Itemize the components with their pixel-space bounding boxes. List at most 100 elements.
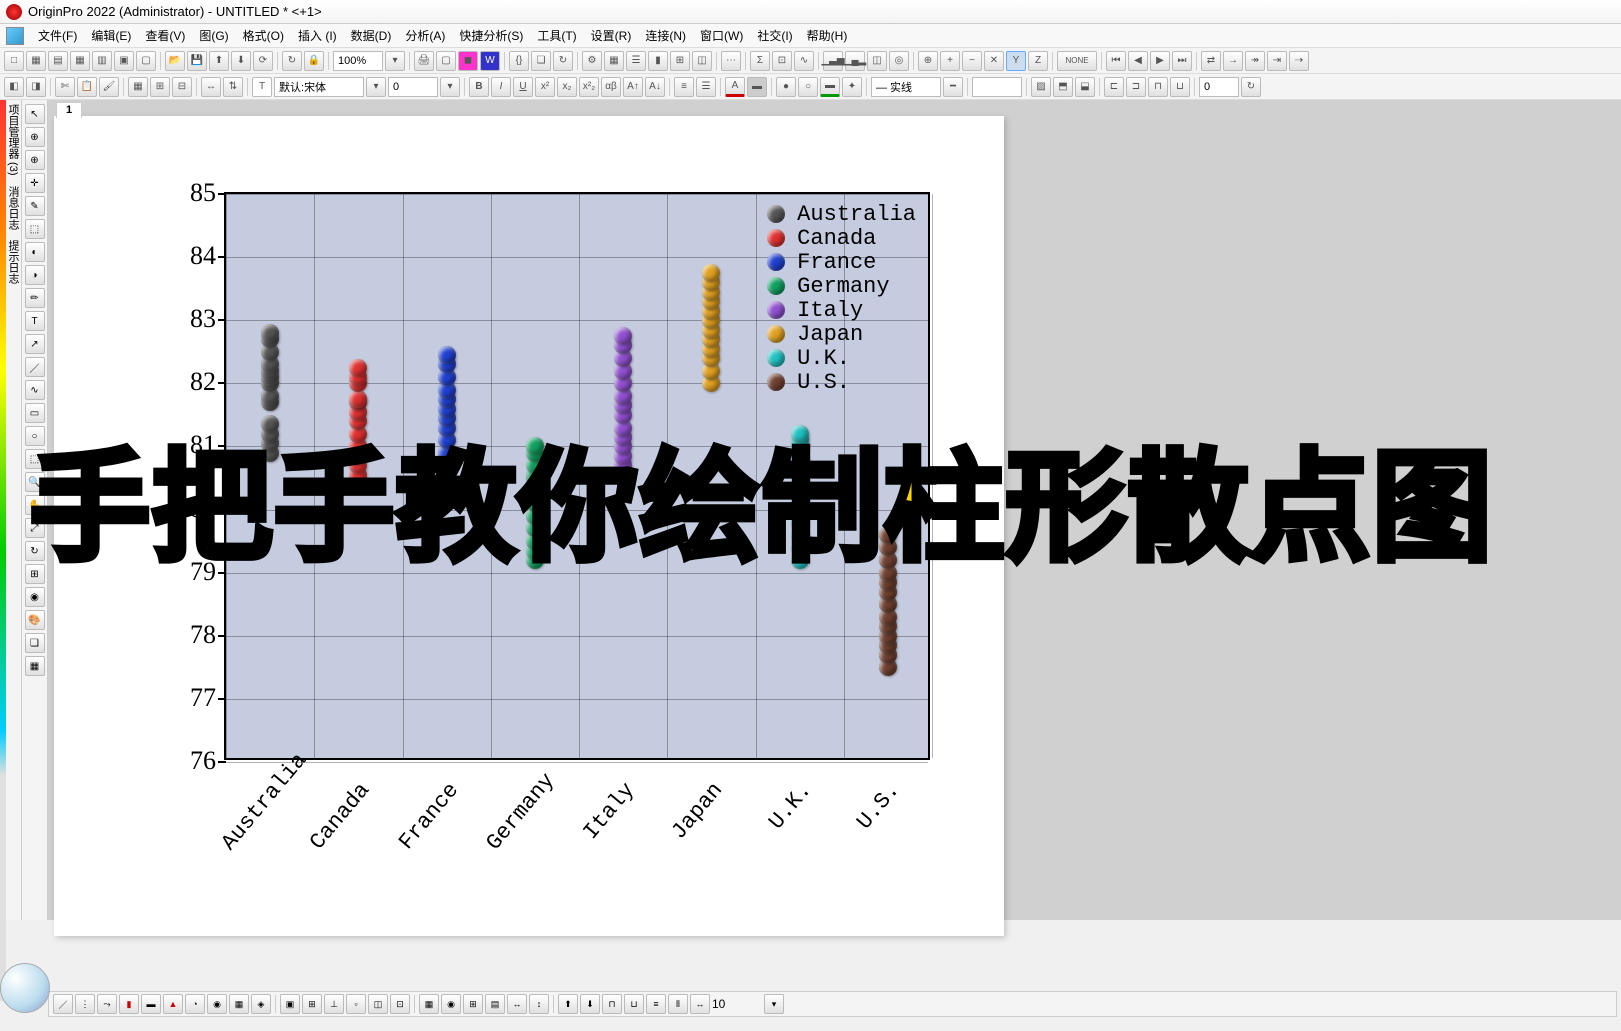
menu-edit[interactable]: 编辑(E) (85, 25, 137, 46)
brush-button[interactable]: 🖌 (99, 77, 119, 97)
inset-button[interactable]: ▫ (346, 994, 366, 1014)
data-point[interactable] (261, 324, 279, 342)
rescale-button[interactable]: ↔ (201, 77, 221, 97)
layer-button[interactable]: ▦ (604, 51, 624, 71)
subscript-button[interactable]: x₂ (557, 77, 577, 97)
legend[interactable]: AustraliaCanadaFranceGermanyItalyJapanU.… (767, 202, 916, 394)
template-button[interactable]: ▣ (280, 994, 300, 1014)
new-project-button[interactable]: □ (4, 51, 24, 71)
legend-button[interactable]: ☰ (626, 51, 646, 71)
menu-graph[interactable]: 图(G) (193, 25, 234, 46)
bars-button[interactable]: ▁▃▅ (823, 51, 843, 71)
menu-preferences[interactable]: 设置(R) (585, 25, 638, 46)
align-v-button[interactable]: ⦀ (668, 994, 688, 1014)
scatter-plot-button[interactable]: ⋮ (75, 994, 95, 1014)
box-button[interactable]: ◫ (867, 51, 887, 71)
new-graph-button[interactable]: ▥ (92, 51, 112, 71)
bold-button[interactable]: B (469, 77, 489, 97)
menu-data[interactable]: 数据(D) (345, 25, 398, 46)
pan-tool[interactable]: ✋ (25, 495, 45, 515)
layer-mgmt-button[interactable]: ▦ (128, 77, 148, 97)
nav-last-button[interactable]: ⏭ (1172, 51, 1192, 71)
print-preview-button[interactable]: ▢ (436, 51, 456, 71)
zoom-dropdown-icon[interactable]: ▾ (385, 51, 405, 71)
region-tool[interactable]: ⬚ (25, 219, 45, 239)
graph-page[interactable]: AustraliaCanadaFranceGermanyItalyJapanU.… (54, 116, 1004, 936)
table-button[interactable]: ⊞ (670, 51, 690, 71)
fit-button[interactable]: ∿ (794, 51, 814, 71)
increase-font-button[interactable]: A↑ (623, 77, 643, 97)
axis-button[interactable]: ⊥ (324, 994, 344, 1014)
extract-layer-button[interactable]: ⊡ (390, 994, 410, 1014)
region-b-tool[interactable]: ⬚ (25, 449, 45, 469)
mask-show-button[interactable]: ▦ (419, 994, 439, 1014)
chart-button[interactable]: ◫ (692, 51, 712, 71)
refresh-button[interactable]: ↻ (553, 51, 573, 71)
marker-hollow-button[interactable]: ○ (798, 77, 818, 97)
reader-tool[interactable]: ⊕ (25, 150, 45, 170)
duplicate-button[interactable]: ❏ (531, 51, 551, 71)
size-dropdown-icon[interactable]: ▾ (440, 77, 460, 97)
send-back-button[interactable]: ⬓ (1075, 77, 1095, 97)
none-button[interactable]: NONE (1057, 51, 1097, 71)
decrease-font-button[interactable]: A↓ (645, 77, 665, 97)
menu-view[interactable]: 查看(V) (139, 25, 191, 46)
mask-b-tool[interactable]: ◑ (25, 265, 45, 285)
menu-analysis[interactable]: 分析(A) (399, 25, 451, 46)
line-style-select[interactable]: — 实线 (871, 77, 941, 97)
contour-button[interactable]: ◎ (889, 51, 909, 71)
data-point[interactable] (614, 327, 632, 345)
import-button[interactable]: ⬆ (209, 51, 229, 71)
dropdown-select[interactable] (972, 77, 1022, 97)
rotate-button[interactable]: ↻ (1241, 77, 1261, 97)
link-button[interactable]: ◫ (368, 994, 388, 1014)
rotate-tool[interactable]: ↻ (25, 541, 45, 561)
nav-first-button[interactable]: ⏮ (1106, 51, 1126, 71)
nav-prev-button[interactable]: ◀ (1128, 51, 1148, 71)
readout-button[interactable]: ⊕ (918, 51, 938, 71)
back-button[interactable]: ⬇ (580, 994, 600, 1014)
new-matrix-button[interactable]: ▦ (70, 51, 90, 71)
highlight-button[interactable]: ✦ (842, 77, 862, 97)
crosshair-tool[interactable]: ✛ (25, 173, 45, 193)
menu-help[interactable]: 帮助(H) (801, 25, 854, 46)
insert-tool[interactable]: ⊞ (25, 564, 45, 584)
font-dropdown-icon[interactable]: ▾ (366, 77, 386, 97)
data-point[interactable] (261, 415, 279, 433)
scale-out-button[interactable]: ↕ (529, 994, 549, 1014)
x-button[interactable]: ✕ (984, 51, 1004, 71)
word-button[interactable]: W (480, 51, 500, 71)
arrow4-button[interactable]: ⇥ (1267, 51, 1287, 71)
linewidth-button[interactable]: ━ (943, 77, 963, 97)
arrow2-button[interactable]: → (1223, 51, 1243, 71)
annotate-tool[interactable]: ✎ (25, 196, 45, 216)
line-plot-button[interactable]: ／ (53, 994, 73, 1014)
exchange-button[interactable]: ⇅ (223, 77, 243, 97)
new-workbook-button[interactable]: ▤ (48, 51, 68, 71)
code-button[interactable]: {} (509, 51, 529, 71)
arrow1-button[interactable]: ⇄ (1201, 51, 1221, 71)
front-button[interactable]: ⬆ (558, 994, 578, 1014)
arrow-tool[interactable]: ↗ (25, 334, 45, 354)
zoompan-tool[interactable]: ⊕ (25, 127, 45, 147)
apps-button[interactable]: ⚙ (582, 51, 602, 71)
open-button[interactable]: 📂 (165, 51, 185, 71)
nav-next-button[interactable]: ▶ (1150, 51, 1170, 71)
vertical-align-button[interactable]: ☰ (696, 77, 716, 97)
y-button[interactable]: Y (1006, 51, 1026, 71)
lock-button[interactable]: 🔒 (304, 51, 324, 71)
space-button[interactable]: ↔ (690, 994, 710, 1014)
zoom-tool[interactable]: 🔍 (25, 472, 45, 492)
paste-format-button[interactable]: 📋 (77, 77, 97, 97)
menu-tools[interactable]: 工具(T) (531, 25, 582, 46)
mask-a-tool[interactable]: ◐ (25, 242, 45, 262)
merge-button[interactable]: ⊞ (150, 77, 170, 97)
surface-plot-button[interactable]: ▦ (229, 994, 249, 1014)
layer-tab[interactable]: 1 (56, 102, 82, 118)
grid-tool[interactable]: ▦ (25, 656, 45, 676)
text-tool[interactable]: T (25, 311, 45, 331)
plot-layer[interactable]: AustraliaCanadaFranceGermanyItalyJapanU.… (224, 192, 930, 760)
group-b-button[interactable]: ⊐ (1126, 77, 1146, 97)
arrow3-button[interactable]: ↠ (1245, 51, 1265, 71)
menu-insert[interactable]: 插入 (I) (292, 25, 343, 46)
